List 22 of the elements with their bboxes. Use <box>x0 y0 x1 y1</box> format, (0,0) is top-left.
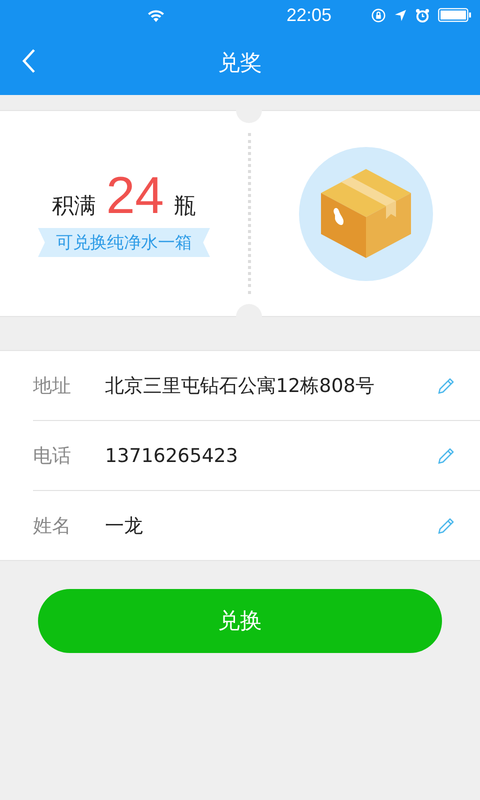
field-label: 姓名 <box>33 514 72 538</box>
field-value[interactable]: 13716265423 <box>105 444 436 466</box>
pencil-icon[interactable] <box>436 516 456 536</box>
battery-icon <box>438 8 472 22</box>
reward-ribbon: 可兑换纯净水一箱 <box>38 228 210 257</box>
alarm-icon <box>415 8 430 22</box>
unit-text: 瓶 <box>174 193 196 221</box>
field-value[interactable]: 北京三里屯钻石公寓12栋808号 <box>105 372 436 398</box>
rotation-lock-icon <box>371 8 386 22</box>
pencil-icon[interactable] <box>436 376 456 396</box>
box-icon <box>298 146 432 280</box>
field-label: 电话 <box>33 444 72 468</box>
field-value[interactable]: 一龙 <box>105 512 436 538</box>
back-icon[interactable] <box>22 48 36 74</box>
reward-text: 积满 <box>52 193 96 221</box>
location-icon <box>394 8 408 22</box>
pencil-icon[interactable] <box>436 446 456 466</box>
status-time: 22:05 <box>286 4 332 26</box>
field-label: 地址 <box>33 374 72 398</box>
bottle-count: 24 <box>106 170 164 222</box>
wifi-icon <box>146 8 166 22</box>
page-title: 兑奖 <box>218 50 262 78</box>
